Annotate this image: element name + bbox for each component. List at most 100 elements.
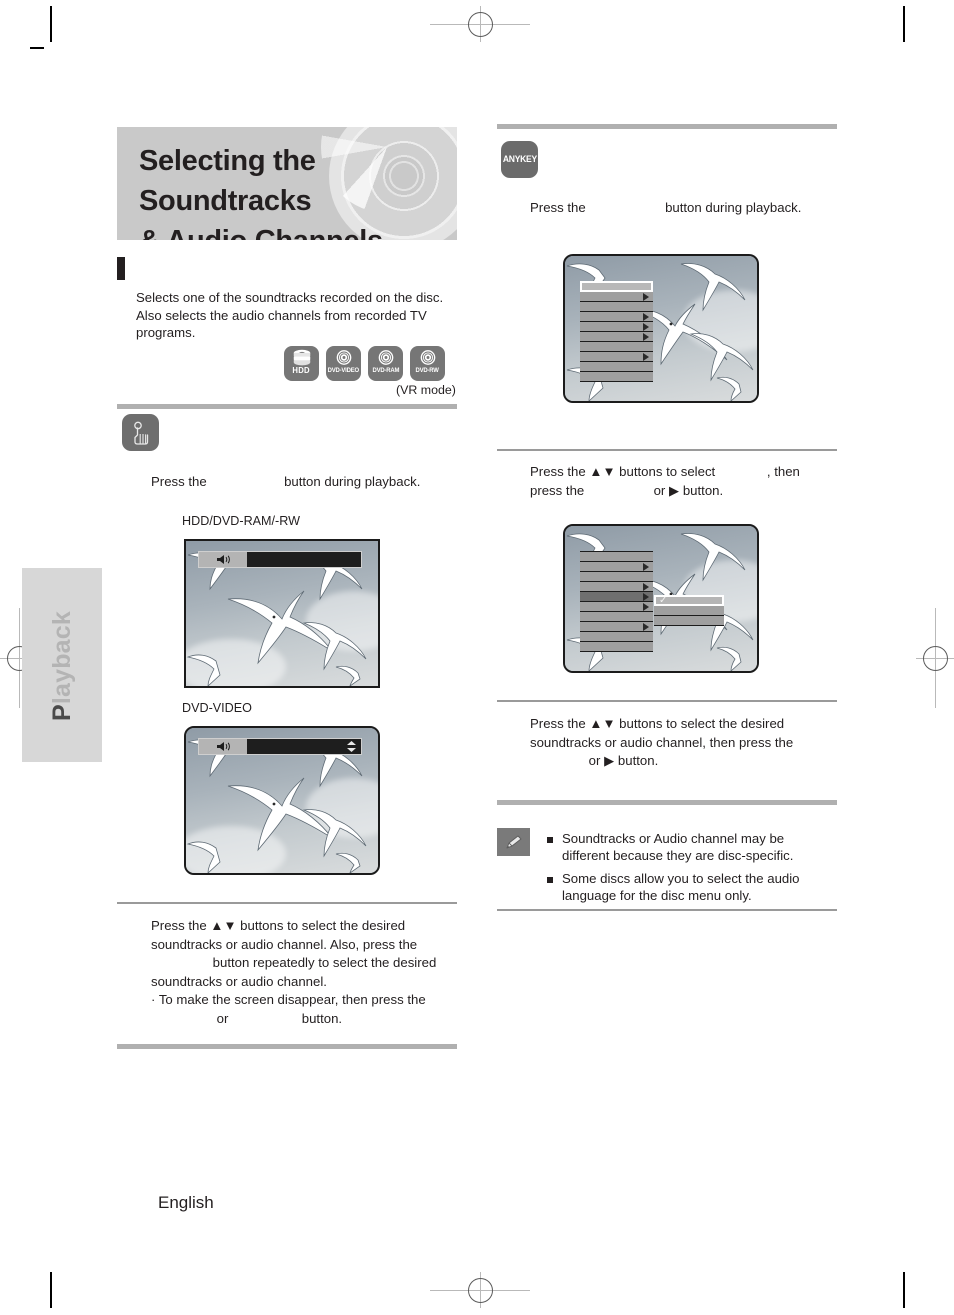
note-item-text: Some discs allow you to select the audio…	[562, 871, 800, 903]
divider-left-mid	[117, 902, 457, 904]
vr-mode-note: (VR mode)	[396, 383, 456, 397]
osd-speaker-block	[199, 739, 247, 754]
intro-paragraph: Selects one of the soundtracks recorded …	[136, 290, 444, 340]
disc-icon	[420, 350, 435, 365]
disc-icon	[336, 350, 351, 365]
disc-icon-hdd: HDD	[284, 346, 319, 381]
disc-icon-dvd-ram: DVD-RAM	[368, 346, 403, 381]
left-instr-arrows: ▲▼	[210, 918, 237, 933]
right-instr2-line1-a: Press the	[530, 716, 586, 731]
chapter-side-tab-label: Playback	[32, 569, 92, 763]
divider-right-mid-1	[497, 449, 837, 451]
left-instr-bullet-or: or	[216, 1010, 229, 1026]
registration-mark-top	[430, 6, 530, 42]
left-instr-bullet-line1: · To make the screen disappear, then pre…	[151, 992, 426, 1007]
crop-mark-bottom-left-v	[50, 1272, 52, 1308]
chevron-right-icon	[643, 322, 649, 331]
osd-audio-bar	[198, 738, 362, 755]
footer-language: English	[158, 1193, 214, 1212]
osd-value-field	[247, 552, 361, 567]
divider-right-note-bottom	[497, 909, 837, 911]
right-instr2-line1-b: buttons to select the desired	[619, 716, 785, 731]
right-step1-text-before: Press the	[530, 200, 586, 215]
page-title: Selecting the Soundtracks & Audio Channel…	[117, 127, 429, 240]
screen-label-hdd-dvd-ram-rw: HDD/DVD-RAM/-RW	[182, 514, 300, 528]
submenu-item[interactable]	[654, 615, 724, 626]
right-instr1-line2-a: press the	[530, 482, 585, 498]
bullet-square-icon	[547, 877, 553, 883]
left-instr-bullet-line2-b: button.	[301, 1010, 343, 1026]
left-instr-line3-b: button repeatedly to select the desired	[212, 955, 437, 970]
registration-mark-right	[916, 608, 954, 708]
right-instr2-arrow: ▶	[604, 753, 615, 768]
right-instr1-line1-c: , then	[766, 464, 800, 479]
left-instr-line2: soundtracks or audio channel. Also, pres…	[151, 936, 418, 952]
left-instr-line1-a: Press the	[151, 918, 207, 933]
left-instruction-block: Press the ▲▼ buttons to select the desir…	[151, 917, 461, 1028]
screenshot-anykey-menu	[563, 254, 759, 403]
screen-label-dvd-video: DVD-VIDEO	[182, 701, 252, 715]
disc-compatibility-row: HDD DVD-VIDEO DVD-RAM DVD-RW	[284, 346, 445, 381]
manual-page: Playback Selecting the Soundtracks & Audi…	[0, 0, 954, 1315]
step-badge-anykey: ANYKEY	[501, 141, 538, 178]
bullet-square-icon	[547, 837, 553, 843]
screenshot-anykey-submenu: ✓	[563, 524, 759, 673]
right-instr2-or: or	[588, 753, 601, 768]
disc-icon	[378, 350, 393, 365]
menu-item[interactable]	[580, 371, 653, 382]
pencil-note-icon	[506, 835, 521, 848]
chevron-right-icon	[643, 292, 649, 301]
left-step1-text-after: button during playback.	[284, 474, 421, 489]
page-title-line1: Selecting the Soundtracks	[139, 145, 316, 217]
note-icon-badge	[497, 828, 530, 856]
chevron-right-icon	[643, 312, 649, 321]
divider-right-mid-2	[497, 700, 837, 702]
left-step1-text-before: Press the	[151, 474, 207, 489]
left-instr-line1-b: buttons to select the desired	[240, 918, 406, 933]
right-instr2-arrows: ▲▼	[589, 716, 616, 731]
right-instr1-line2-b: button.	[682, 482, 724, 498]
chevron-right-icon	[643, 582, 649, 591]
crop-mark-top-left-h	[30, 47, 44, 49]
left-step1-text: Press the button during playback.	[151, 473, 451, 492]
section-marker	[117, 257, 125, 280]
speaker-icon	[216, 742, 230, 751]
divider-right-top	[497, 124, 837, 129]
screenshot-hdd-dvd-ram-rw	[184, 539, 380, 688]
chapter-side-tab: Playback	[22, 568, 102, 762]
anykey-badge-label: ANYKEY	[502, 154, 537, 165]
disc-icon-label: DVD-RW	[415, 367, 440, 374]
step-badge-press-button	[122, 414, 159, 451]
osd-speaker-block	[199, 552, 247, 567]
anykey-menu-list[interactable]	[580, 551, 653, 652]
right-instr1-or: or	[653, 482, 666, 498]
right-step1-text: Press the button during playback.	[530, 199, 835, 218]
divider-left-top	[117, 404, 457, 409]
anykey-submenu-list[interactable]: ✓	[654, 595, 724, 626]
right-instr1-arrow: ▶	[669, 482, 680, 498]
page-title-block: Selecting the Soundtracks & Audio Channel…	[117, 127, 457, 240]
right-instruction-1: Press the ▲▼ buttons to select , then pr…	[530, 463, 838, 500]
crop-mark-top-left-v	[50, 6, 52, 42]
chapter-tab-initial: P	[48, 704, 76, 722]
chevron-right-icon	[643, 332, 649, 341]
disc-icon-label: DVD-VIDEO	[327, 367, 360, 374]
up-down-indicator-icon	[347, 741, 356, 752]
right-instr2-line2: soundtracks or audio channel, then press…	[530, 734, 794, 750]
right-instr2-line3-b: button.	[617, 753, 659, 768]
menu-item[interactable]	[580, 281, 653, 292]
menu-item[interactable]	[580, 641, 653, 652]
disc-icon-label: DVD-RAM	[372, 367, 399, 374]
right-instr1-arrows: ▲▼	[589, 464, 616, 479]
anykey-menu-list[interactable]	[580, 281, 653, 382]
note-list: Soundtracks or Audio channel may be diff…	[547, 831, 832, 911]
chevron-right-icon	[643, 602, 649, 611]
hdd-stack-icon	[293, 349, 310, 366]
submenu-item-selected[interactable]: ✓	[654, 595, 724, 606]
disc-icon-dvd-video: DVD-VIDEO	[326, 346, 361, 381]
note-item: Some discs allow you to select the audio…	[547, 871, 832, 904]
right-instruction-2: Press the ▲▼ buttons to select the desir…	[530, 715, 838, 771]
osd-audio-bar	[198, 551, 362, 568]
crop-mark-bottom-right-v	[903, 1272, 905, 1308]
right-step1-text-after: button during playback.	[665, 200, 802, 215]
